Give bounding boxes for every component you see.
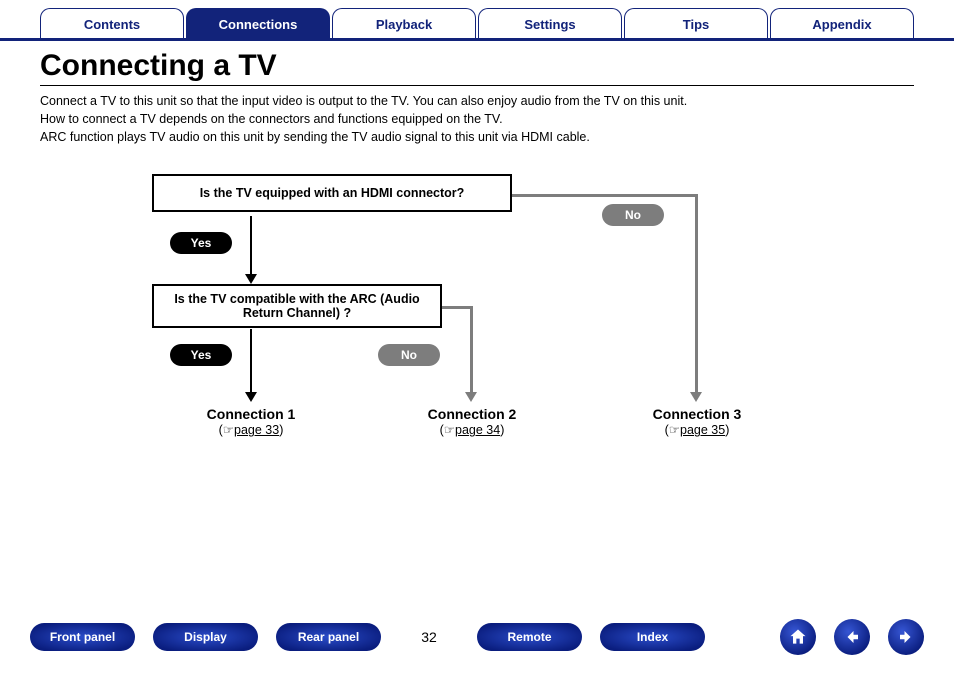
page-title: Connecting a TV — [40, 49, 914, 86]
arrow-down-icon — [465, 392, 477, 402]
tab-playback[interactable]: Playback — [332, 8, 476, 38]
nav-front-panel[interactable]: Front panel — [30, 623, 135, 651]
tab-connections[interactable]: Connections — [186, 8, 330, 38]
tab-tips[interactable]: Tips — [624, 8, 768, 38]
intro-text: Connect a TV to this unit so that the in… — [40, 92, 914, 146]
flowchart: Is the TV equipped with an HDMI connecto… — [40, 174, 914, 474]
question-hdmi: Is the TV equipped with an HDMI connecto… — [152, 174, 512, 212]
answer-no-1: No — [602, 204, 664, 226]
arrow-down-icon — [690, 392, 702, 402]
page-number: 32 — [399, 629, 459, 645]
tab-contents[interactable]: Contents — [40, 8, 184, 38]
flow-line — [695, 194, 698, 394]
question-arc: Is the TV compatible with the ARC (Audio… — [152, 284, 442, 328]
connection-1-title: Connection 1 — [207, 406, 296, 422]
flow-line — [470, 306, 473, 394]
arrow-left-icon — [843, 628, 861, 646]
connection-1: Connection 1 (☞page 33) — [176, 406, 326, 437]
intro-line-1: Connect a TV to this unit so that the in… — [40, 92, 914, 110]
tab-appendix[interactable]: Appendix — [770, 8, 914, 38]
arrow-line — [250, 216, 252, 282]
next-page-button[interactable] — [888, 619, 924, 655]
arrow-down-icon — [245, 392, 257, 402]
top-tab-bar: Contents Connections Playback Settings T… — [0, 0, 954, 41]
answer-yes-1: Yes — [170, 232, 232, 254]
flow-line — [442, 306, 472, 309]
tab-settings[interactable]: Settings — [478, 8, 622, 38]
connection-3-title: Connection 3 — [653, 406, 742, 422]
connection-2-title: Connection 2 — [428, 406, 517, 422]
prev-page-button[interactable] — [834, 619, 870, 655]
flow-line — [512, 194, 698, 197]
arrow-line — [250, 329, 252, 394]
answer-yes-2: Yes — [170, 344, 232, 366]
arrow-right-icon — [897, 628, 915, 646]
link-icon: ☞ — [669, 423, 680, 437]
home-button[interactable] — [780, 619, 816, 655]
link-page-35[interactable]: page 35 — [680, 423, 725, 437]
link-page-34[interactable]: page 34 — [455, 423, 500, 437]
intro-line-2: How to connect a TV depends on the conne… — [40, 110, 914, 128]
connection-3: Connection 3 (☞page 35) — [622, 406, 772, 437]
nav-index[interactable]: Index — [600, 623, 705, 651]
intro-line-3: ARC function plays TV audio on this unit… — [40, 128, 914, 146]
nav-rear-panel[interactable]: Rear panel — [276, 623, 381, 651]
link-page-33[interactable]: page 33 — [234, 423, 279, 437]
answer-no-2: No — [378, 344, 440, 366]
nav-remote[interactable]: Remote — [477, 623, 582, 651]
arrow-down-icon — [245, 274, 257, 284]
link-icon: ☞ — [223, 423, 234, 437]
bottom-nav: Front panel Display Rear panel 32 Remote… — [0, 619, 954, 655]
connection-2: Connection 2 (☞page 34) — [397, 406, 547, 437]
link-icon: ☞ — [444, 423, 455, 437]
home-icon — [788, 627, 808, 647]
nav-display[interactable]: Display — [153, 623, 258, 651]
